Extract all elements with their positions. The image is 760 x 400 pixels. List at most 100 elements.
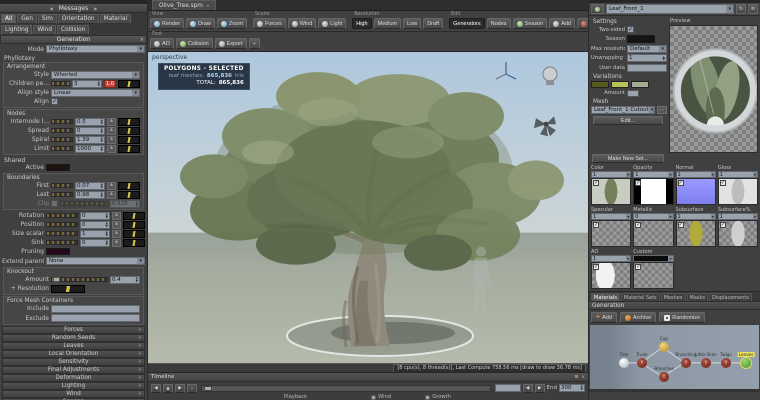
messages-header[interactable]: ◀ Messages ▶ [0,4,147,13]
exclude-input[interactable] [51,314,140,323]
spinner-icon[interactable] [136,277,139,282]
param-value[interactable]: 1.39 [75,135,105,144]
post-add-button[interactable]: + [248,38,260,49]
children-value[interactable]: 3 [72,79,102,88]
spinner-icon[interactable] [101,137,104,142]
curve-thumbnail[interactable] [118,181,140,190]
forces-button[interactable]: Forces [252,18,286,29]
two-sided-checkbox[interactable] [627,26,634,34]
curve-button[interactable]: ± [112,238,121,247]
map-enabled-checkbox[interactable] [635,180,642,186]
param-slider[interactable] [46,231,78,236]
map-weight-spinner[interactable] [633,255,674,262]
generator-node-branching[interactable] [681,358,691,368]
variation-swatch[interactable] [631,80,649,88]
message-filter-tab[interactable]: Orientation [57,14,99,24]
spinner-icon[interactable] [663,56,666,61]
map-weight-spinner[interactable]: 1 [717,213,758,220]
curve-thumbnail[interactable] [118,144,140,153]
close-icon[interactable]: × [581,375,585,380]
message-filter-tab[interactable]: Lighting [1,25,33,35]
spinner-icon[interactable] [106,231,109,236]
collision-button[interactable]: Collision [175,38,213,49]
spinner-icon[interactable] [101,192,104,197]
collapsed-section-bar[interactable]: Deformation [2,374,145,382]
mesh-more-button[interactable]: ... [657,105,667,114]
param-value[interactable]: 0 [80,220,110,229]
map-thumbnail[interactable] [591,262,632,289]
timeline-header[interactable]: Timeline ⊞ × [148,373,588,382]
children-slider[interactable] [51,81,70,86]
timeline-slider[interactable] [201,384,491,392]
add-button[interactable]: Add [549,18,575,29]
curve-thumbnail[interactable] [123,238,145,247]
curve-button[interactable]: ± [112,229,121,238]
map-thumbnail[interactable] [591,178,632,205]
archive-button[interactable]: Archive [619,312,657,323]
add-generator-button[interactable]: + Add [591,312,617,323]
param-value[interactable]: 0 [80,211,110,220]
map-thumbnail[interactable] [633,220,674,247]
frame-next-button[interactable]: ▶ [534,383,545,393]
export-button[interactable]: Export [214,38,247,49]
generator-node-twigs[interactable] [721,358,731,368]
frame-prev-button[interactable]: ◀ [522,383,533,393]
render-button[interactable]: Render [150,18,185,29]
stop-button[interactable]: ■ [163,383,173,393]
growth-checkbox[interactable] [425,394,431,400]
map-weight-spinner[interactable]: 1 [591,171,632,178]
generator-node-branches[interactable] [659,372,669,382]
collapsed-section-bar[interactable]: Wind [2,390,145,398]
collapsed-section-bar[interactable]: Sensitivity [2,358,145,366]
curve-button[interactable]: ± [107,135,116,144]
collapsed-section-bar[interactable]: Final Adjustments [2,366,145,374]
map-thumbnail[interactable] [717,220,758,247]
make-new-set-button[interactable]: Make New Set... [592,154,664,163]
spinner-icon[interactable] [106,213,109,218]
curve-thumbnail[interactable] [123,229,145,238]
generator-node-tree[interactable] [619,358,629,368]
param-value[interactable]: 1 [80,229,110,238]
collapsed-section-bar[interactable]: Lighting [2,382,145,390]
curve-button[interactable]: ± [107,126,116,135]
param-slider[interactable] [51,183,73,188]
season-button[interactable]: Season [512,18,548,29]
node-selector-dropdown[interactable]: Leaf_Front_1 [606,4,734,14]
param-value[interactable]: 1000 [75,144,105,153]
generation-panel-header[interactable]: Generation × [0,35,147,44]
generator-node-cap[interactable] [659,342,669,352]
map-weight-spinner[interactable]: 1 [675,171,716,178]
curve-button[interactable]: ± [112,220,121,229]
slider-handle[interactable] [53,277,60,282]
resolution-medium-button[interactable]: Medium [373,18,402,29]
variation-swatch[interactable] [591,80,609,88]
mesh-edit-button[interactable]: Edit... [593,115,663,125]
end-frame-value[interactable]: 300 [559,384,585,392]
map-enabled-checkbox[interactable] [677,222,684,228]
generation-dock-header[interactable]: Generation [589,301,760,310]
param-slider[interactable] [46,213,78,218]
map-thumbnail[interactable] [675,178,716,205]
next-icon[interactable]: ▶ [94,6,97,11]
message-filter-tab[interactable]: Material [99,14,132,24]
curve-thumbnail[interactable] [51,284,85,293]
spinner-icon[interactable] [101,119,104,124]
loop-button[interactable]: ↑ [187,383,197,393]
material-tab[interactable]: Displacements [708,293,752,301]
param-value[interactable]: 0.07 [75,181,105,190]
clip-checkbox[interactable] [51,200,58,207]
generators-button[interactable]: Generators [449,18,485,29]
wind-button[interactable]: Wind [287,18,317,29]
leaf-preview[interactable] [669,25,758,153]
param-slider[interactable] [46,222,78,227]
curve-thumbnail[interactable] [123,211,145,220]
curve-thumbnail[interactable] [118,79,140,88]
curve-thumbnail[interactable] [118,135,140,144]
map-thumbnail[interactable] [633,262,674,289]
wind-checkbox[interactable] [371,394,377,400]
extend-parent-dropdown[interactable]: None [46,257,145,265]
align-style-dropdown[interactable]: Linear [51,88,140,97]
randomize-button[interactable]: Randomize [659,312,706,323]
map-weight-spinner[interactable]: 1 [633,171,674,178]
knockout-amount-slider[interactable] [51,277,108,282]
